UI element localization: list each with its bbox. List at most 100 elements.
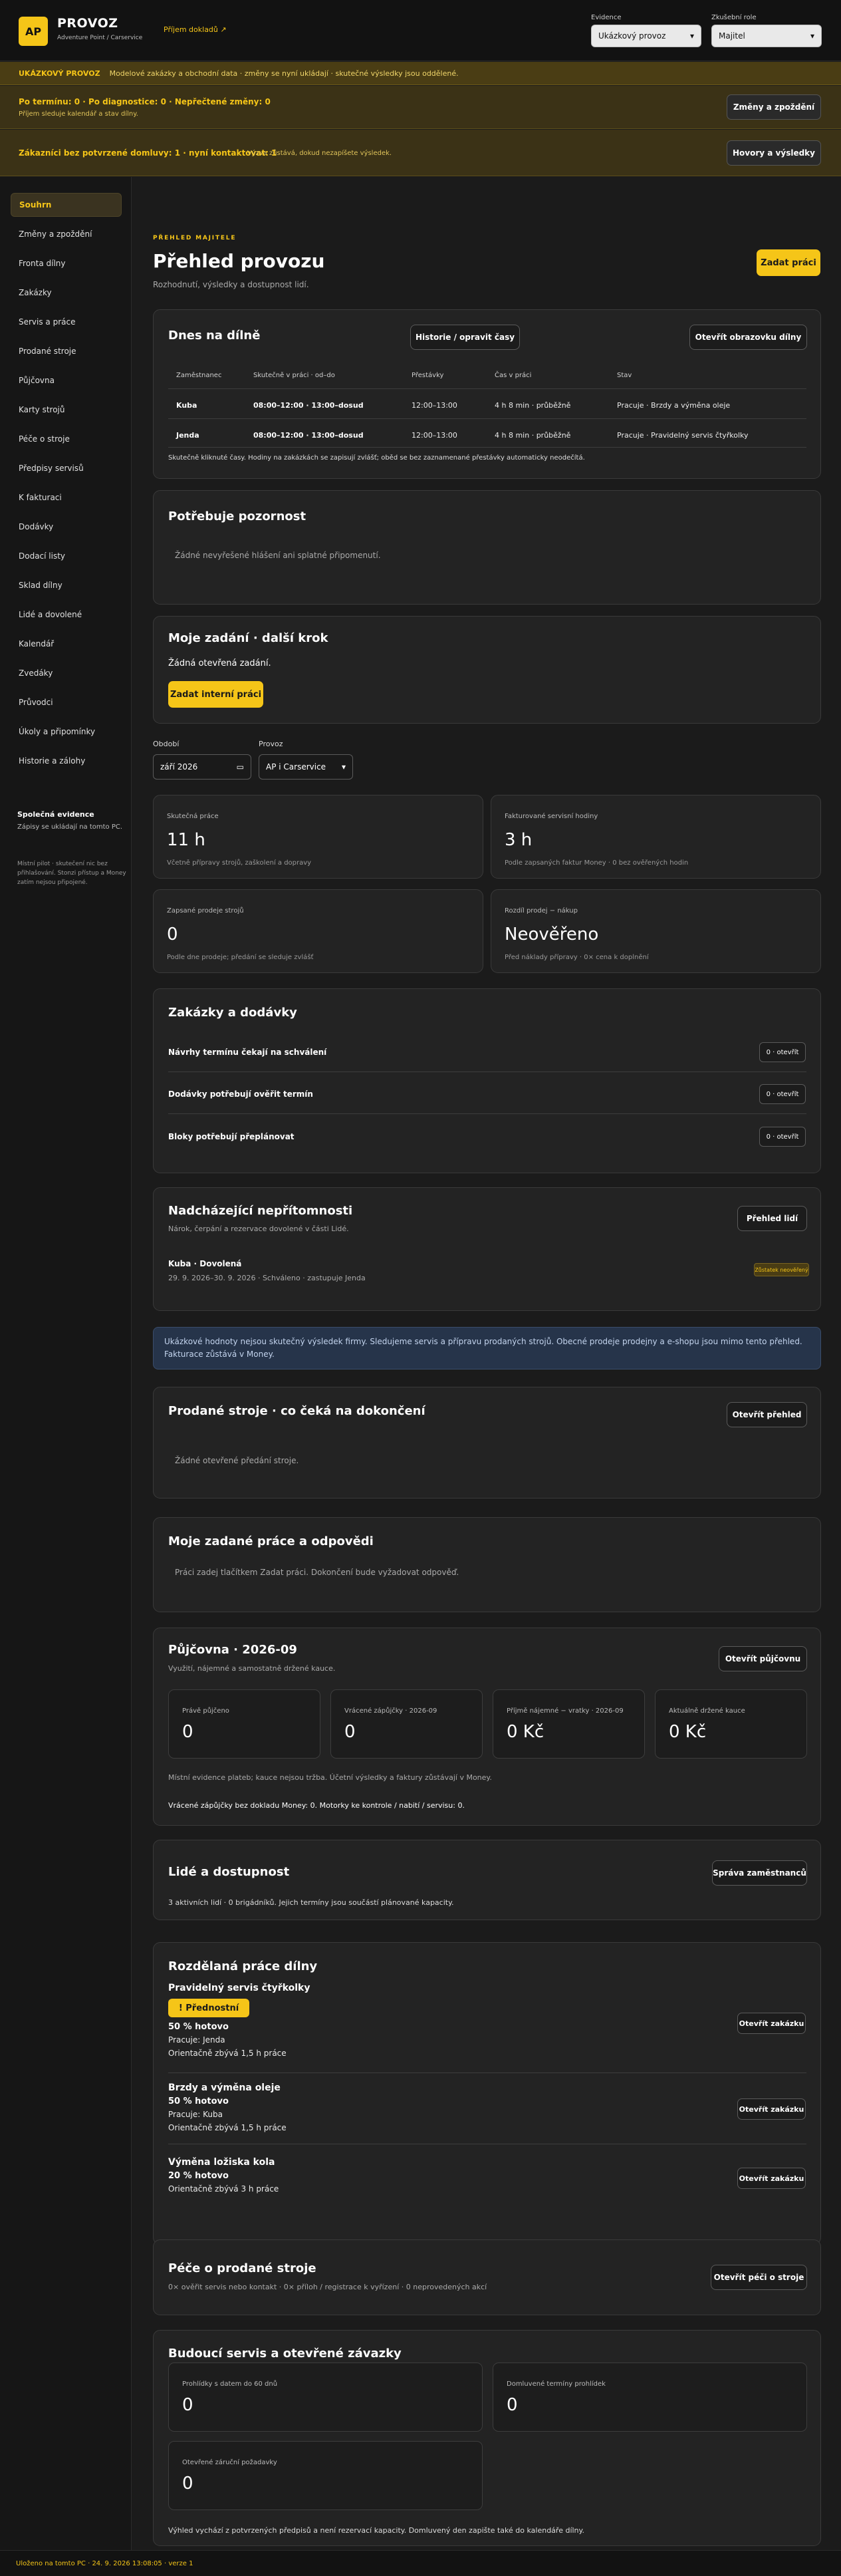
evidence-select[interactable]: Ukázkový provoz ▾ <box>591 25 701 47</box>
period-input[interactable]: září 2026 ▭ <box>153 754 251 780</box>
orders-row-deliveries-count[interactable]: 0 · otevřít <box>759 1084 806 1104</box>
people-overview-button[interactable]: Přehled lidí <box>737 1206 807 1231</box>
tile-label: Vrácené zápůjčky · 2026-09 <box>344 1707 437 1715</box>
receive-documents-link[interactable]: Příjem dokladů ↗ <box>164 25 227 34</box>
shared-evidence-note: Místní pilot · skutečení nic bez přihlaš… <box>17 861 126 886</box>
row-jenda-worked: 4 h 8 min · průběžně <box>495 431 571 440</box>
add-work-button[interactable]: Zadat práci <box>757 249 820 276</box>
info-notice: Ukázkové hodnoty nejsou skutečný výslede… <box>153 1327 821 1369</box>
tile-label: Prohlídky s datem do 60 dnů <box>182 2380 278 2388</box>
sidebar-item-pece[interactable]: Péče o stroje <box>11 427 122 451</box>
sidebar-item-zmeny[interactable]: Změny a zpoždění <box>11 222 122 246</box>
sidebar-item-prodane[interactable]: Prodané stroje <box>11 339 122 363</box>
future-note: Výhled vychází z potvrzených předpisů a … <box>168 2526 584 2535</box>
stat-label: Zapsané prodeje strojů <box>167 907 244 915</box>
sidebar-item-kalendar[interactable]: Kalendář <box>11 632 122 656</box>
tile-value: 0 <box>182 1722 193 1742</box>
tile-label: Příjmě nájemné − vratky · 2026-09 <box>507 1707 624 1715</box>
sidebar-item-pruvodci[interactable]: Průvodci <box>11 690 122 714</box>
sidebar-item-fakturace[interactable]: K fakturaci <box>11 486 122 509</box>
open-order-button[interactable]: Otevřít zakázku <box>737 2168 806 2189</box>
stat-invoiced-hours: Fakturované servisní hodiny 3 h Podle za… <box>491 795 821 879</box>
absences-title: Nadcházející nepřítomnosti <box>168 1204 353 1218</box>
open-machine-care-button[interactable]: Otevřít péči o stroje <box>711 2265 807 2290</box>
period-label: Období <box>153 740 180 748</box>
tile-value: 0 <box>182 2395 193 2415</box>
history-button[interactable]: Historie / opravit časy <box>410 325 520 350</box>
stat-note: Před náklady přípravy · 0× cena k doplně… <box>505 954 649 961</box>
orders-row-proposals-count[interactable]: 0 · otevřít <box>759 1042 806 1062</box>
row-jenda-pause: 12:00–13:00 <box>412 431 457 440</box>
sidebar-item-predpisy[interactable]: Předpisy servisů <box>11 456 122 480</box>
shared-evidence-title: Společná evidence <box>17 810 94 819</box>
sidebar-item-zakazky[interactable]: Zakázky <box>11 281 122 305</box>
row-kuba-worked: 4 h 8 min · průběžně <box>495 401 571 410</box>
stat-label: Skutečná práce <box>167 813 219 820</box>
open-overview-button[interactable]: Otevřít přehled <box>727 1402 807 1427</box>
sidebar: Souhrn Změny a zpoždění Fronta dílny Zak… <box>0 177 132 2550</box>
sidebar-item-souhrn[interactable]: Souhrn <box>11 193 122 217</box>
my-tasks-empty: Žádná otevřená zadání. <box>168 658 271 668</box>
divider <box>168 418 806 419</box>
sidebar-item-sklad[interactable]: Sklad dílny <box>11 573 122 597</box>
operation-select[interactable]: AP i Carservice ▾ <box>259 754 353 780</box>
add-internal-work-button[interactable]: Zadat interní práci <box>168 681 263 708</box>
row-jenda-name: Jenda <box>176 431 199 440</box>
sidebar-item-servis[interactable]: Servis a práce <box>11 310 122 334</box>
deadlines-title: Po termínu: 0 · Po diagnostice: 0 · Nepř… <box>19 97 271 106</box>
divider <box>168 447 806 448</box>
page-subtitle: Rozhodnutí, výsledky a dostupnost lidí. <box>153 280 309 289</box>
sidebar-item-historie[interactable]: Historie a zálohy <box>11 749 122 773</box>
row-kuba-time: 08:00–12:00 · 13:00–dosud <box>253 401 364 410</box>
wip-card: Rozdělaná práce dílny Pravidelný servis … <box>153 1942 821 2245</box>
tile-label: Aktuálně držené kauce <box>669 1707 745 1715</box>
sidebar-item-pujcovna[interactable]: Půjčovna <box>11 368 122 392</box>
period-value: září 2026 <box>160 762 198 772</box>
wip-item-1-progress: 50 % hotovo <box>168 2022 229 2032</box>
open-order-button[interactable]: Otevřít zakázku <box>737 2013 806 2034</box>
sidebar-item-lide[interactable]: Lidé a dovolené <box>11 603 122 627</box>
open-rental-button[interactable]: Otevřít půjčovnu <box>719 1646 807 1671</box>
future-tile-appointments: Domluvené termíny prohlídek 0 <box>493 2362 807 2432</box>
stat-note: Podle zapsaných faktur Money · 0 bez ově… <box>505 859 689 867</box>
rental-note-2: Vrácené zápůjčky bez dokladu Money: 0. M… <box>168 1801 465 1810</box>
attention-card: Potřebuje pozornost Žádné nevyřešené hlá… <box>153 490 821 605</box>
my-assigned-card: Moje zadané práce a odpovědi Práci zadej… <box>153 1517 821 1612</box>
rental-tile-income: Příjmě nájemné − vratky · 2026-09 0 Kč <box>493 1689 645 1759</box>
people-title: Lidé a dostupnost <box>168 1865 290 1879</box>
open-workshop-screen-button[interactable]: Otevřít obrazovku dílny <box>689 325 807 350</box>
sidebar-item-dodavky[interactable]: Dodávky <box>11 515 122 539</box>
my-tasks-title: Moje zadání · další krok <box>168 631 328 645</box>
col-breaks: Přestávky <box>412 372 444 379</box>
manage-employees-button[interactable]: Správa zaměstnanců <box>712 1860 807 1886</box>
people-card: Lidé a dostupnost Správa zaměstnanců 3 a… <box>153 1840 821 1920</box>
app-title: PROVOZ <box>57 16 118 31</box>
wip-item-1-worker: Pracuje: Jenda <box>168 2035 225 2045</box>
operation-value: AP i Carservice <box>266 762 326 772</box>
sidebar-item-ukoly[interactable]: Úkoly a připomínky <box>11 720 122 744</box>
future-title: Budoucí servis a otevřené závazky <box>168 2347 402 2361</box>
future-tile-warranty: Otevřené záruční požadavky 0 <box>168 2441 483 2510</box>
sidebar-item-dodaci-listy[interactable]: Dodací listy <box>11 544 122 568</box>
orders-row-blocks-count[interactable]: 0 · otevřít <box>759 1127 806 1147</box>
role-select[interactable]: Majitel ▾ <box>711 25 822 47</box>
deadlines-subtitle: Příjem sleduje kalendář a stav dílny. <box>19 110 138 118</box>
page-title: Přehled provozu <box>153 250 325 272</box>
changes-delays-button[interactable]: Změny a zpoždění <box>727 94 821 120</box>
stat-note: Včetně přípravy strojů, zaškolení a dopr… <box>167 859 312 867</box>
calls-results-button[interactable]: Hovory a výsledky <box>727 140 821 166</box>
orders-row-blocks: Bloky potřebují přeplánovat <box>168 1132 295 1141</box>
status-footer: Uloženo na tomto PC · 24. 9. 2026 13:08:… <box>0 2550 841 2576</box>
rental-subtitle: Využití, nájemné a samostatně držené kau… <box>168 1664 336 1673</box>
open-order-button[interactable]: Otevřít zakázku <box>737 2098 806 2120</box>
chevron-down-icon: ▾ <box>810 31 814 41</box>
unconfirmed-subtitle: Výzva zůstává, dokud nezapíšete výsledek… <box>247 150 392 157</box>
sidebar-item-karty[interactable]: Karty strojů <box>11 398 122 422</box>
stat-value: 3 h <box>505 830 533 850</box>
rental-card: Půjčovna · 2026-09 Využití, nájemné a sa… <box>153 1628 821 1826</box>
sidebar-item-zvedaky[interactable]: Zvedáky <box>11 661 122 685</box>
stat-value: 11 h <box>167 830 205 850</box>
sidebar-item-fronta[interactable]: Fronta dílny <box>11 251 122 275</box>
stat-machine-sales: Zapsané prodeje strojů 0 Podle dne prode… <box>153 889 483 973</box>
row-jenda-time: 08:00–12:00 · 13:00–dosud <box>253 431 364 440</box>
